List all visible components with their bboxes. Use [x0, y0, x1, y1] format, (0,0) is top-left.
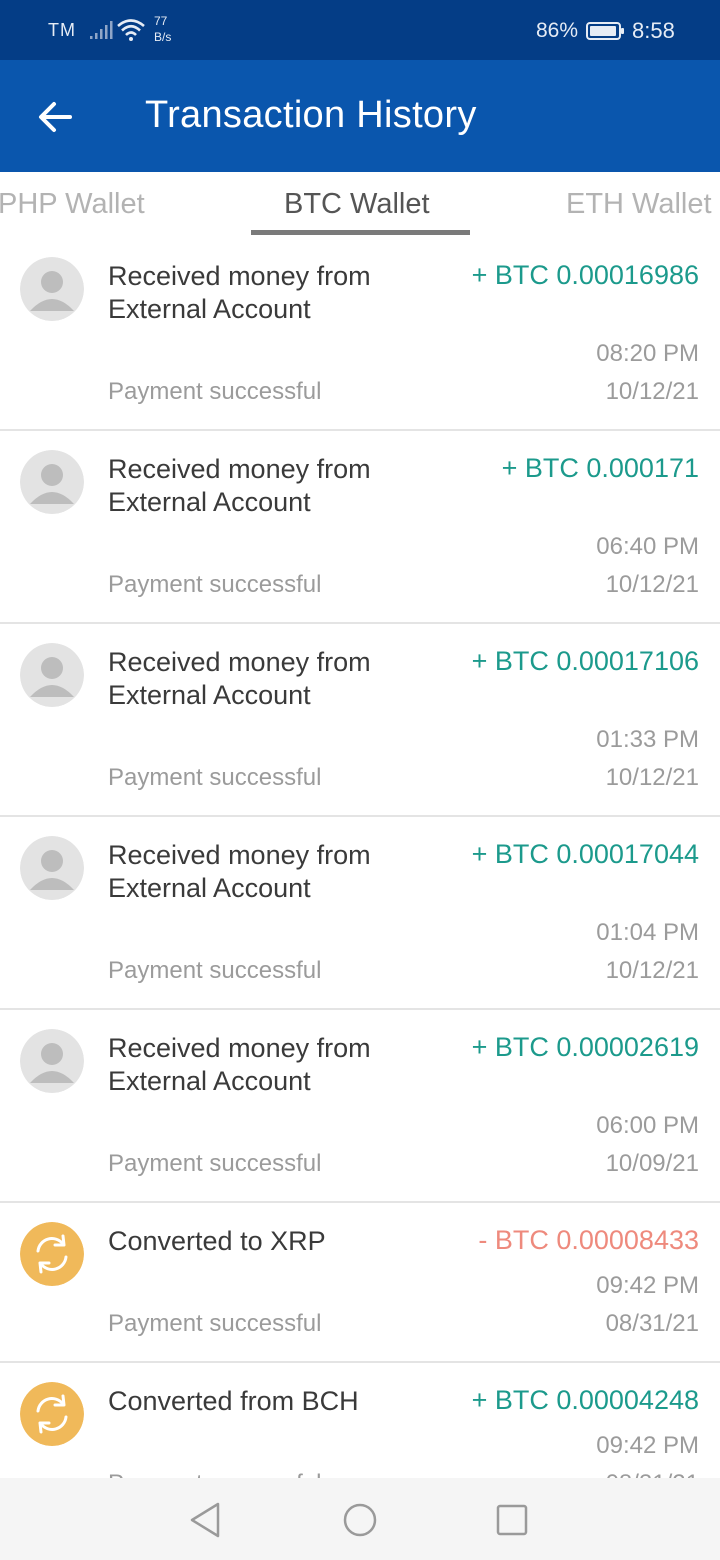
transaction-time: 01:33 PM — [596, 726, 699, 753]
status-clock: 8:58 — [632, 18, 675, 43]
transaction-amount: + BTC 0.00004248 — [471, 1385, 699, 1415]
transaction-date: 10/09/21 — [605, 1150, 699, 1177]
transaction-description: Received money from External Account — [108, 454, 371, 517]
transaction-time: 09:42 PM — [596, 1432, 699, 1459]
battery-icon — [586, 22, 624, 40]
transaction-description: Received money from External Account — [108, 840, 371, 903]
transaction-amount: - BTC 0.00008433 — [478, 1225, 699, 1255]
app-bar: Transaction History — [0, 60, 720, 172]
transaction-status: Payment successful — [108, 764, 322, 791]
circle-home-icon[interactable] — [338, 1498, 382, 1542]
carrier-name: TM — [48, 20, 76, 40]
status-bar: TM 77 B/s 86% 8:58 — [0, 0, 720, 60]
transaction-amount: + BTC 0.00002619 — [471, 1032, 699, 1062]
transaction-date: 10/12/21 — [605, 378, 699, 405]
transaction-amount: + BTC 0.00017106 — [471, 646, 699, 676]
system-nav-bar — [0, 1478, 720, 1560]
network-speed-unit: B/s — [154, 30, 172, 44]
user-avatar-icon — [20, 450, 84, 514]
network-speed: 77 B/s — [154, 13, 171, 45]
transaction-row[interactable]: Received money from External Account + B… — [0, 624, 720, 817]
transaction-date: 10/12/21 — [605, 957, 699, 984]
transaction-time: 06:40 PM — [596, 533, 699, 560]
transaction-status: Payment successful — [108, 571, 322, 598]
user-avatar-icon — [20, 1029, 84, 1093]
transaction-time: 09:42 PM — [596, 1272, 699, 1299]
transaction-row[interactable]: Received money from External Account + B… — [0, 817, 720, 1010]
transaction-status: Payment successful — [108, 1150, 322, 1177]
network-speed-value: 77 — [154, 14, 168, 28]
transaction-row[interactable]: Converted from BCH + BTC 0.00004248 09:4… — [0, 1363, 720, 1478]
signal-strength-icon — [90, 21, 113, 39]
tab-php-wallet[interactable]: PHP Wallet — [0, 188, 145, 221]
transaction-time: 08:20 PM — [596, 340, 699, 367]
transaction-row[interactable]: Received money from External Account + B… — [0, 431, 720, 624]
transaction-description: Received money from External Account — [108, 647, 371, 710]
wifi-icon — [117, 19, 145, 41]
transaction-date: 08/31/21 — [605, 1310, 699, 1337]
transaction-date: 08/31/21 — [606, 1470, 699, 1478]
transaction-amount: + BTC 0.00016986 — [471, 260, 699, 290]
transaction-description: Received money from External Account — [108, 1033, 371, 1096]
user-avatar-icon — [20, 643, 84, 707]
convert-icon — [20, 1222, 84, 1286]
wallet-tabs: PHP Wallet BTC Wallet ETH Wallet — [0, 172, 720, 238]
user-avatar-icon — [20, 836, 84, 900]
transaction-description: Received money from External Account — [108, 261, 371, 324]
transaction-status: Payment successful — [108, 1470, 321, 1478]
transaction-description: Converted from BCH — [108, 1386, 359, 1416]
transaction-row[interactable]: Received money from External Account + B… — [0, 238, 720, 431]
arrow-left-icon[interactable] — [34, 96, 76, 138]
transaction-amount: + BTC 0.00017044 — [471, 839, 699, 869]
square-recents-icon[interactable] — [490, 1498, 534, 1542]
tab-eth-wallet[interactable]: ETH Wallet — [566, 188, 712, 221]
transaction-amount: + BTC 0.000171 — [501, 453, 699, 483]
page-title: Transaction History — [145, 94, 477, 136]
active-tab-indicator — [251, 230, 470, 235]
transaction-time: 01:04 PM — [596, 919, 699, 946]
transaction-status: Payment successful — [108, 957, 322, 984]
convert-icon — [20, 1382, 84, 1446]
transaction-row[interactable]: Received money from External Account + B… — [0, 1010, 720, 1203]
transaction-time: 06:00 PM — [596, 1112, 699, 1139]
transaction-status: Payment successful — [108, 1310, 322, 1337]
transaction-description: Converted to XRP — [108, 1226, 326, 1256]
triangle-back-icon[interactable] — [184, 1498, 228, 1542]
battery-percentage: 86% — [536, 19, 579, 42]
transaction-row[interactable]: Converted to XRP - BTC 0.00008433 09:42 … — [0, 1203, 720, 1363]
tab-btc-wallet[interactable]: BTC Wallet — [284, 188, 430, 221]
transaction-status: Payment successful — [108, 378, 322, 405]
transaction-date: 10/12/21 — [605, 571, 699, 598]
transaction-date: 10/12/21 — [605, 764, 699, 791]
user-avatar-icon — [20, 257, 84, 321]
transaction-list[interactable]: Received money from External Account + B… — [0, 238, 720, 1478]
